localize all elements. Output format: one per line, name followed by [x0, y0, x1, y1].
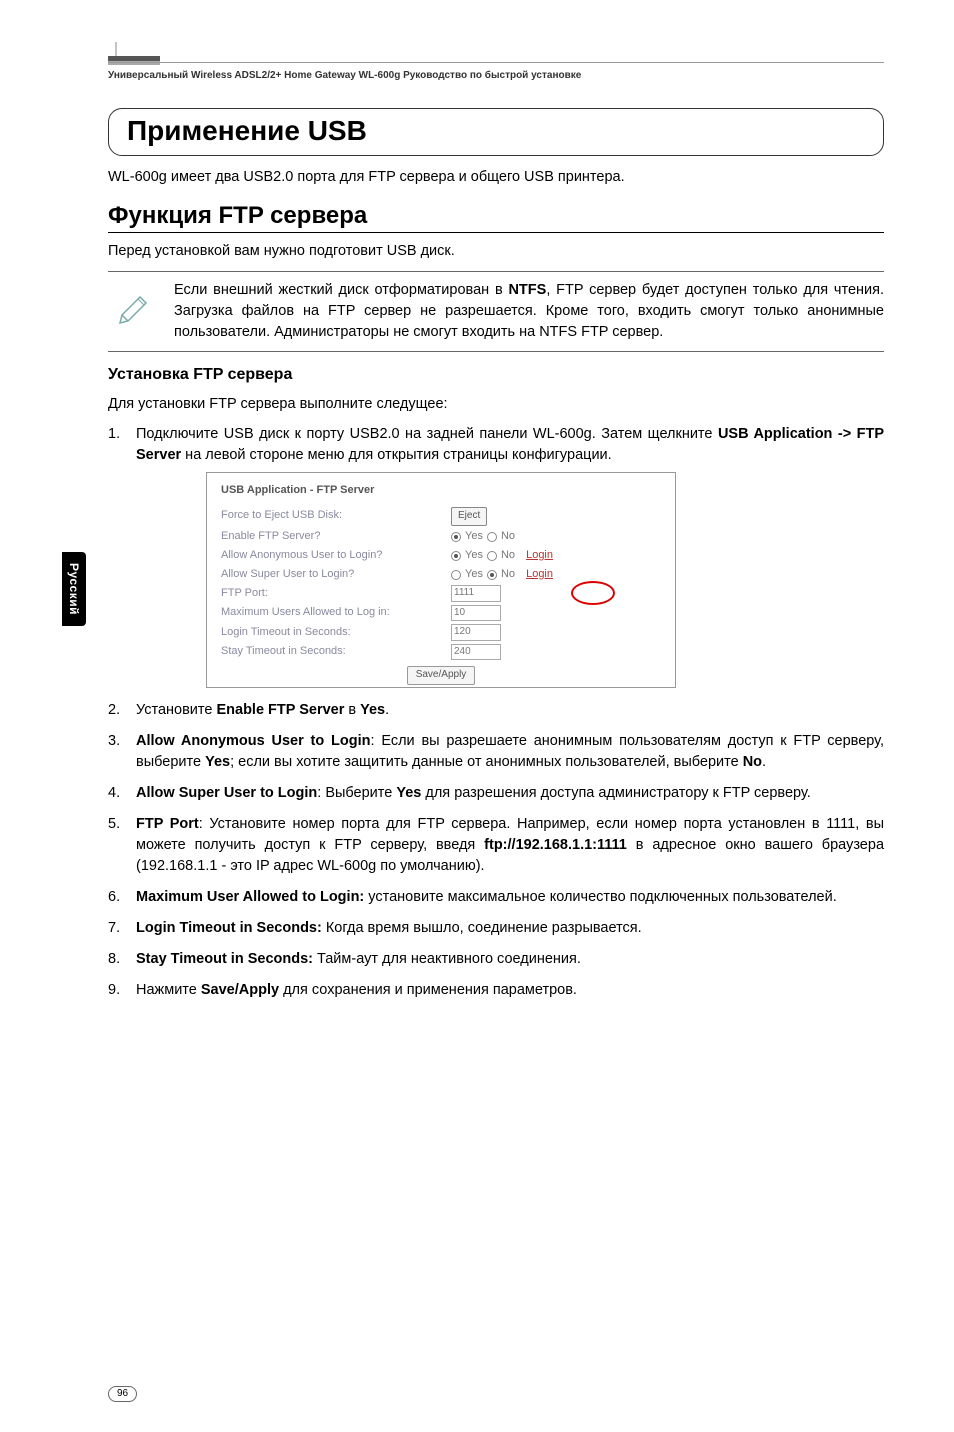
radio-yes[interactable]: [451, 551, 461, 561]
step-text: на левой стороне меню для открытия стран…: [181, 447, 612, 463]
radio-no[interactable]: [487, 570, 497, 580]
step-bold: FTP Port: [136, 816, 199, 832]
step-bold: No: [743, 754, 762, 770]
step-bold: Enable FTP Server: [216, 702, 344, 718]
preparation-text: Перед установкой вам нужно подготовит US…: [108, 241, 884, 261]
panel-title: USB Application - FTP Server: [221, 483, 661, 499]
step-text: Нажмите: [136, 982, 201, 998]
step: Login Timeout in Seconds: Когда время вы…: [108, 918, 884, 939]
row-login-timeout: Login Timeout in Seconds: 120: [221, 624, 661, 641]
login-timeout-input[interactable]: 120: [451, 624, 501, 641]
row-anon: Allow Anonymous User to Login? Yes No Lo…: [221, 548, 661, 564]
setup-heading: Установка FTP сервера: [108, 366, 884, 384]
row-enable: Enable FTP Server? Yes No: [221, 529, 661, 545]
row-super: Allow Super User to Login? Yes No Login: [221, 567, 661, 583]
field-label: FTP Port:: [221, 586, 451, 602]
step-bold: Login Timeout in Seconds:: [136, 920, 322, 936]
save-apply-button[interactable]: Save/Apply: [407, 666, 476, 685]
section-title: Применение USB: [127, 115, 865, 147]
step-text: : Выберите: [317, 785, 396, 801]
intro-text: WL-600g имеет два USB2.0 порта для FTP с…: [108, 168, 884, 188]
router-icon: [108, 40, 148, 60]
radio-no[interactable]: [487, 532, 497, 542]
lead-text: Для установки FTP сервера выполните след…: [108, 394, 884, 414]
radio-no[interactable]: [487, 551, 497, 561]
step: Установите Enable FTP Server в Yes.: [108, 700, 884, 721]
step-bold: Allow Super User to Login: [136, 785, 317, 801]
max-users-input[interactable]: 10: [451, 605, 501, 622]
step-text: установите максимальное количество подкл…: [364, 889, 837, 905]
field-label: Maximum Users Allowed to Log in:: [221, 605, 451, 621]
radio-label: No: [501, 529, 515, 545]
page-number: 96: [108, 1386, 137, 1402]
field-label: Stay Timeout in Seconds:: [221, 644, 451, 660]
step-text: .: [762, 754, 766, 770]
sub-title: Функция FTP сервера: [108, 202, 884, 233]
radio-label: Yes: [465, 529, 483, 545]
field-label: Force to Eject USB Disk:: [221, 508, 451, 524]
step-bold: Stay Timeout in Seconds:: [136, 951, 313, 967]
ftp-port-input[interactable]: 1111: [451, 585, 501, 602]
step: Maximum User Allowed to Login: установит…: [108, 887, 884, 908]
radio-yes[interactable]: [451, 532, 461, 542]
step-bold: Yes: [205, 754, 230, 770]
step: Нажмите Save/Apply для сохранения и прим…: [108, 980, 884, 1001]
step-text: Тайм-аут для неактивного соединения.: [313, 951, 581, 967]
step: Stay Timeout in Seconds: Тайм-аут для не…: [108, 949, 884, 970]
step-text: Подключите USB диск к порту USB2.0 на за…: [136, 426, 718, 442]
step: FTP Port: Установите номер порта для FTP…: [108, 814, 884, 877]
field-label: Enable FTP Server?: [221, 529, 451, 545]
steps-list: Подключите USB диск к порту USB2.0 на за…: [108, 424, 884, 1001]
step-bold: Save/Apply: [201, 982, 279, 998]
login-link[interactable]: Login: [526, 548, 553, 564]
field-label: Login Timeout in Seconds:: [221, 625, 451, 641]
ftp-config-screenshot: USB Application - FTP Server Force to Ej…: [206, 472, 676, 688]
row-stay-timeout: Stay Timeout in Seconds: 240: [221, 644, 661, 661]
step-text: для сохранения и применения параметров.: [279, 982, 577, 998]
radio-label: Yes: [465, 548, 483, 564]
language-tab: Русский: [62, 552, 86, 626]
step-bold: Yes: [396, 785, 421, 801]
step-text: для разрешения доступа администратору к …: [421, 785, 810, 801]
login-link[interactable]: Login: [526, 567, 553, 583]
step-bold: Yes: [360, 702, 385, 718]
step-text: в: [344, 702, 360, 718]
page-content: Применение USB WL-600g имеет два USB2.0 …: [108, 108, 884, 1011]
step: Allow Anonymous User to Login: Если вы р…: [108, 731, 884, 773]
header-bar: Универсальный Wireless ADSL2/2+ Home Gat…: [108, 62, 884, 83]
field-label: Allow Super User to Login?: [221, 567, 451, 583]
step-bold: Allow Anonymous User to Login: [136, 733, 371, 749]
step-bold: ftp://192.168.1.1:1111: [484, 837, 627, 853]
radio-label: Yes: [465, 567, 483, 583]
radio-yes[interactable]: [451, 570, 461, 580]
step-text: Установите: [136, 702, 216, 718]
section-title-box: Применение USB: [108, 108, 884, 156]
step-bold: Maximum User Allowed to Login:: [136, 889, 364, 905]
radio-label: No: [501, 567, 515, 583]
pencil-icon: [108, 280, 156, 343]
note-box: Если внешний жесткий диск отформатирован…: [108, 271, 884, 352]
row-max: Maximum Users Allowed to Log in: 10: [221, 605, 661, 622]
step-text: .: [385, 702, 389, 718]
step-text: Когда время вышло, соединение разрываетс…: [322, 920, 642, 936]
step: Подключите USB диск к порту USB2.0 на за…: [108, 424, 884, 688]
step-text: ; если вы хотите защитить данные от анон…: [230, 754, 743, 770]
row-force-eject: Force to Eject USB Disk: Eject: [221, 507, 661, 526]
step: Allow Super User to Login: Выберите Yes …: [108, 783, 884, 804]
note-text: Если внешний жесткий диск отформатирован…: [174, 280, 884, 343]
stay-timeout-input[interactable]: 240: [451, 644, 501, 661]
note-fragment: Если внешний жесткий диск отформатирован…: [174, 282, 508, 298]
eject-button[interactable]: Eject: [451, 507, 487, 526]
header-text: Универсальный Wireless ADSL2/2+ Home Gat…: [108, 70, 581, 81]
field-label: Allow Anonymous User to Login?: [221, 548, 451, 564]
radio-label: No: [501, 548, 515, 564]
note-bold: NTFS: [508, 282, 546, 298]
